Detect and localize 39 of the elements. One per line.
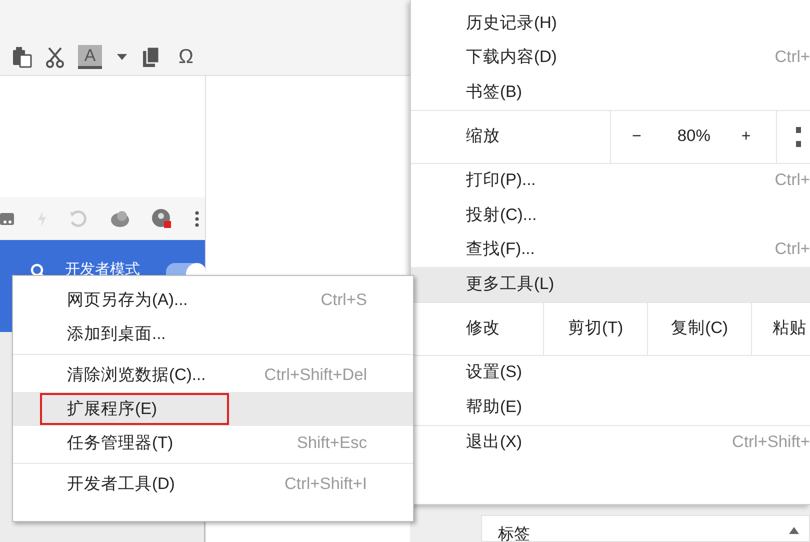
menu-item[interactable]: 退出(X) Ctrl+Shift+ — [411, 426, 810, 460]
menu-item[interactable]: 帮助(E) — [411, 390, 810, 424]
menu-item[interactable]: 网页另存为(A)... Ctrl+S — [13, 283, 413, 317]
extension-icon[interactable] — [0, 210, 14, 226]
menu-item[interactable]: 书签(B) — [411, 75, 810, 110]
panel-label: 标签 — [498, 526, 530, 542]
edit-button[interactable]: 复制(C) — [646, 302, 752, 354]
menu-item[interactable]: 清除浏览数据(C)... Ctrl+Shift+Del — [13, 358, 413, 392]
triangle-icon[interactable] — [788, 526, 800, 535]
paste-icon[interactable] — [12, 46, 32, 68]
edit-button[interactable]: 剪切(T) — [543, 302, 647, 354]
menu-item[interactable]: 设置(S) — [411, 356, 810, 390]
scissors-icon[interactable] — [46, 46, 64, 68]
menu-item[interactable]: 添加到桌面... — [13, 317, 413, 351]
menu-item[interactable]: 历史记录(H) — [411, 6, 810, 40]
symbol-button[interactable]: Ω — [174, 44, 198, 68]
fullscreen-icon[interactable] — [796, 126, 801, 146]
zoom-in-button[interactable]: + — [740, 124, 752, 150]
caret-icon[interactable] — [116, 52, 128, 60]
avatar-icon[interactable] — [152, 208, 172, 228]
menu-item[interactable]: 查找(F)... Ctrl+ — [411, 232, 810, 267]
menu-item[interactable]: 任务管理器(T) Shift+Esc — [13, 426, 413, 460]
edit-button[interactable]: 粘贴 — [751, 302, 810, 354]
zoom-value: 80% — [677, 126, 710, 148]
menu-item[interactable]: 开发者工具(D) Ctrl+Shift+I — [13, 467, 413, 501]
edit-label: 修改 — [466, 318, 501, 340]
menu-item[interactable]: 投射(C)... — [411, 198, 810, 232]
copy-icon[interactable] — [142, 46, 160, 68]
menu-item[interactable]: 更多工具(L) — [411, 267, 810, 302]
developer-mode-label: 开发者模式 — [65, 260, 140, 280]
developer-mode-toggle[interactable] — [166, 263, 206, 275]
zoom-out-button[interactable]: − — [631, 124, 642, 150]
zoom-label: 缩放 — [466, 126, 501, 148]
gem-icon[interactable] — [110, 210, 130, 228]
menu-item[interactable]: 扩展程序(E) — [13, 392, 413, 426]
menu-item[interactable]: 下载内容(D) Ctrl+ — [411, 40, 810, 75]
more-icon[interactable] — [194, 210, 199, 226]
menu-item[interactable]: 打印(P)... Ctrl+ — [411, 164, 810, 198]
highlight-outline: 扩展程序(E) — [40, 392, 229, 426]
